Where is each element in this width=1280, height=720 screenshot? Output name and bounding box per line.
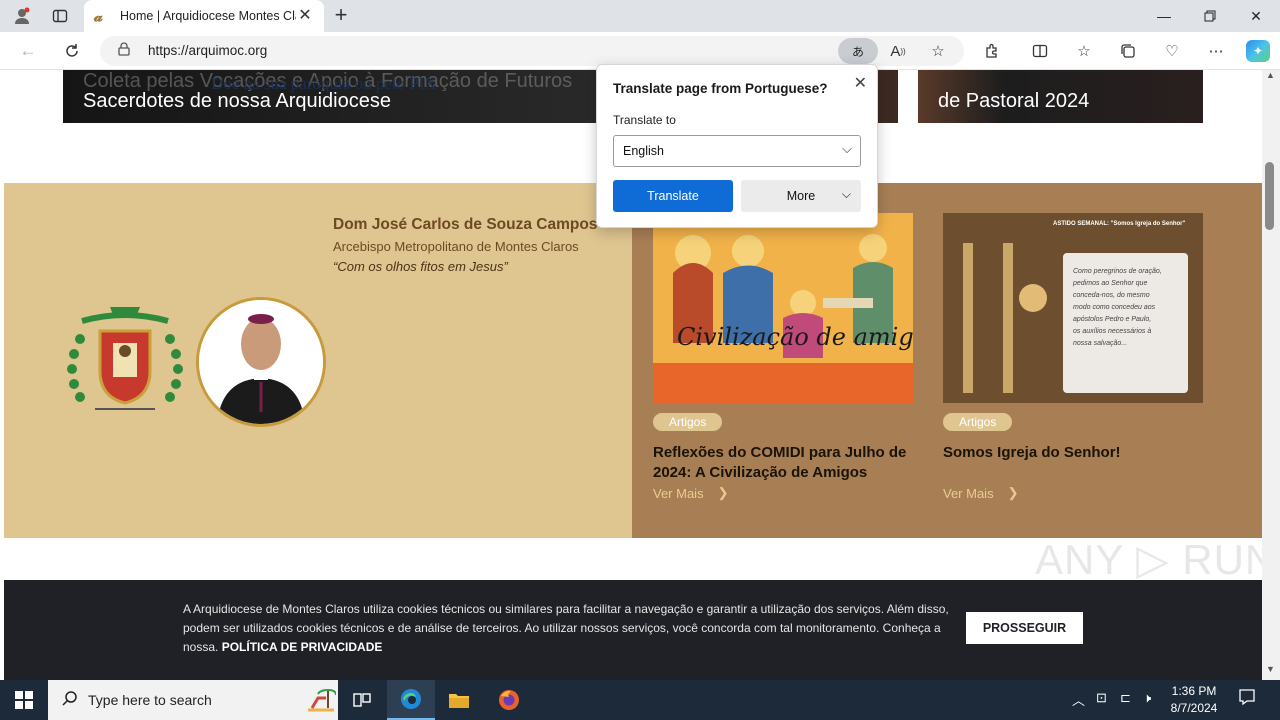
clock-date: 8/7/2024 xyxy=(1170,701,1218,715)
read-more-label: Ver Mais xyxy=(653,485,704,501)
archbishop-role: Arcebispo Metropolitano de Montes Claros xyxy=(333,239,579,254)
more-button[interactable]: More ⌵ xyxy=(741,180,861,212)
more-button-label: More xyxy=(786,189,816,203)
active-tab[interactable]: 𝓪 Home | Arquidiocese Montes Cla ✕ xyxy=(84,0,324,32)
search-icon xyxy=(62,690,78,711)
chevron-down-icon: ⌵ xyxy=(842,141,852,156)
restore-button[interactable] xyxy=(1187,0,1233,32)
article-card[interactable]: Civilização de amigos Artigos Reflexões … xyxy=(653,213,913,501)
profile-icon[interactable] xyxy=(8,4,36,28)
close-window-button[interactable]: ✕ xyxy=(1233,0,1279,32)
banner-pastoral[interactable]: de Pastoral 2024 xyxy=(918,70,1203,123)
archbishop-name: Dom José Carlos de Souza Campos xyxy=(333,216,598,233)
address-bar[interactable]: https://arquimoc.org あ A)) ☆ xyxy=(100,36,964,66)
task-view-icon[interactable] xyxy=(338,680,386,720)
screen: 𝓪 Home | Arquidiocese Montes Cla ✕ + — ✕… xyxy=(0,0,1280,720)
cookie-text-block: A Arquidiocese de Montes Claros utiliza … xyxy=(183,600,953,657)
translate-glyph: あ xyxy=(851,44,864,59)
archbishop-photo xyxy=(196,297,326,427)
svg-text:modo como concedeu aos: modo como concedeu aos xyxy=(1073,304,1156,311)
translate-heading: Translate page from Portuguese? xyxy=(613,81,828,96)
translate-badge-icon[interactable]: あ xyxy=(838,38,878,64)
tray-chevron-up-icon[interactable]: ︿ xyxy=(1072,690,1085,709)
url-text[interactable]: https://arquimoc.org xyxy=(148,43,267,58)
article-image-text: Civilização de amigos xyxy=(677,323,913,351)
svg-text:Como peregrinos de oração,: Como peregrinos de oração, xyxy=(1073,268,1162,275)
refresh-icon[interactable] xyxy=(58,38,86,64)
accept-cookies-button[interactable]: PROSSEGUIR xyxy=(966,612,1083,644)
category-tag[interactable]: Artigos xyxy=(943,413,1013,431)
collections-icon[interactable] xyxy=(1116,40,1140,62)
notifications-icon[interactable] xyxy=(1238,688,1256,709)
system-clock[interactable]: 1:36 PM 8/7/2024 xyxy=(1160,683,1228,717)
translate-button[interactable]: Translate xyxy=(613,180,733,212)
favorite-star-icon[interactable]: ☆ xyxy=(926,40,950,62)
more-menu-icon[interactable]: ⋯ xyxy=(1204,40,1228,62)
read-more-label: Ver Mais xyxy=(943,485,994,501)
article-image-heading: ASTIDO SEMANAL: "Somos Igreja do Senhor" xyxy=(1053,221,1186,227)
svg-text:os auxílios necessários à: os auxílios necessários à xyxy=(1073,328,1151,335)
scroll-down-icon[interactable]: ▼ xyxy=(1266,664,1275,674)
site-favicon-icon: 𝓪 xyxy=(94,7,103,25)
taskbar-search[interactable]: Type here to search xyxy=(48,680,338,720)
back-icon[interactable]: ← xyxy=(14,38,42,64)
svg-text:pedimos ao Senhor que: pedimos ao Senhor que xyxy=(1072,280,1147,287)
read-more-link[interactable]: Ver Mais ❯ xyxy=(943,485,1203,501)
tray-app-icon[interactable]: ⊡ xyxy=(1096,690,1107,706)
article-image[interactable]: Como peregrinos de oração, pedimos ao Se… xyxy=(943,213,1203,403)
svg-text:apóstolos Pedro e Paulo,: apóstolos Pedro e Paulo, xyxy=(1073,316,1151,323)
svg-text:nossa salvação...: nossa salvação... xyxy=(1073,340,1127,347)
coat-of-arms-icon xyxy=(67,307,183,410)
article-title[interactable]: Reflexões do COMIDI para Julho de 2024: … xyxy=(653,443,913,483)
chevron-right-icon: ❯ xyxy=(1007,485,1019,500)
firefox-icon[interactable] xyxy=(485,680,533,720)
close-icon[interactable]: ✕ xyxy=(854,73,867,93)
network-icon[interactable]: ⊏ xyxy=(1120,690,1131,706)
translate-to-label: Translate to xyxy=(613,113,676,127)
scrollbar-thumb[interactable] xyxy=(1265,162,1274,230)
articles-band: Civilização de amigos Artigos Reflexões … xyxy=(632,183,1262,538)
scroll-up-icon[interactable]: ▲ xyxy=(1266,70,1275,80)
archbishop-motto: “Com os olhos fitos em Jesus” xyxy=(333,259,508,274)
file-explorer-icon[interactable] xyxy=(435,680,483,720)
favorites-icon[interactable]: ☆ xyxy=(1072,40,1096,62)
article-title[interactable]: Somos Igreja do Senhor! xyxy=(943,443,1203,483)
category-tag[interactable]: Artigos xyxy=(653,413,723,431)
clock-time: 1:36 PM xyxy=(1171,684,1217,698)
close-tab-icon[interactable]: ✕ xyxy=(296,7,314,25)
vertical-scrollbar[interactable]: ▲ ▼ xyxy=(1262,70,1280,680)
article-card[interactable]: Como peregrinos de oração, pedimos ao Se… xyxy=(943,213,1203,501)
read-more-link[interactable]: Ver Mais ❯ xyxy=(653,485,913,501)
archbishop-band xyxy=(4,183,632,538)
banner-caption: Sacerdotes de nossa Arquidiocese xyxy=(83,90,391,112)
split-screen-icon[interactable] xyxy=(1028,40,1052,62)
chevron-down-icon: ⌵ xyxy=(841,187,851,201)
beach-chair-icon xyxy=(306,684,337,720)
windows-start-icon[interactable] xyxy=(0,680,48,720)
minimize-button[interactable]: — xyxy=(1141,0,1187,32)
tab-strip: 𝓪 Home | Arquidiocese Montes Cla ✕ + — ✕ xyxy=(0,0,1280,32)
article-image[interactable]: Civilização de amigos xyxy=(653,213,913,403)
tab-title: Home | Arquidiocese Montes Cla xyxy=(120,9,296,23)
svg-text:conceda-nos, do mesmo: conceda-nos, do mesmo xyxy=(1073,292,1150,299)
taskbar: Type here to search ︿ ⊡ ⊏ 🕨 1:36 PM 8/7/… xyxy=(0,680,1280,720)
search-placeholder: Type here to search xyxy=(88,692,212,708)
cookie-banner: A Arquidiocese de Montes Claros utiliza … xyxy=(4,580,1262,680)
tab-actions-icon[interactable] xyxy=(46,4,74,28)
chevron-right-icon: ❯ xyxy=(717,485,729,500)
new-tab-button[interactable]: + xyxy=(330,4,352,27)
banner-caption: de Pastoral 2024 xyxy=(938,90,1090,112)
read-aloud-icon[interactable]: A)) xyxy=(886,40,910,62)
anyrun-watermark: ANY ▷ RUN xyxy=(1035,536,1277,583)
privacy-policy-link[interactable]: POLÍTICA DE PRIVACIDADE xyxy=(222,640,383,654)
copilot-icon[interactable]: ✦ xyxy=(1246,40,1270,62)
lock-icon[interactable] xyxy=(118,42,130,59)
performance-icon[interactable]: ♡ xyxy=(1160,40,1184,62)
volume-icon[interactable]: 🕨 xyxy=(1143,690,1151,706)
translate-popup: Translate page from Portuguese? ✕ Transl… xyxy=(596,64,878,228)
extensions-icon[interactable] xyxy=(980,40,1004,62)
selected-language: English xyxy=(623,144,664,158)
language-select[interactable]: English ⌵ xyxy=(613,135,861,167)
edge-taskbar-icon[interactable] xyxy=(387,680,435,720)
